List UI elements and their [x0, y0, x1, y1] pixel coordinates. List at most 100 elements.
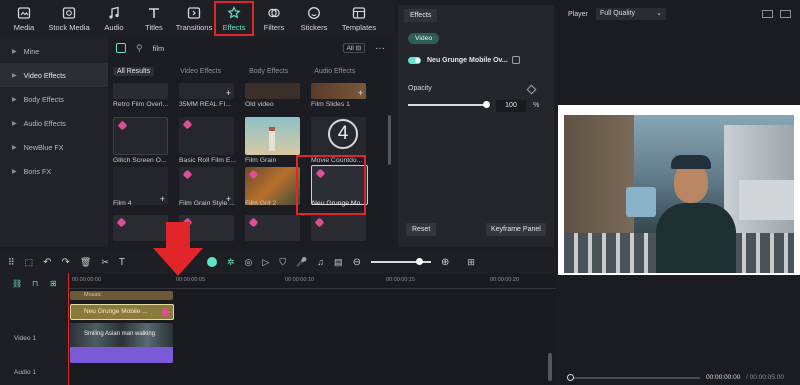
- opacity-value-input[interactable]: 100: [496, 100, 526, 112]
- preview-canvas: [558, 105, 800, 275]
- title-clip[interactable]: Mosaic: [70, 291, 173, 300]
- add-icon[interactable]: +: [358, 88, 363, 98]
- sidebar-item-mine[interactable]: ▶ Mine: [0, 39, 108, 63]
- effect-toggle[interactable]: [408, 57, 421, 64]
- playback-progress[interactable]: [567, 374, 700, 381]
- toolbar-media[interactable]: Media: [4, 0, 44, 37]
- mic-icon[interactable]: 🎤: [296, 257, 307, 268]
- playhead[interactable]: [68, 273, 69, 385]
- snapshot-icon[interactable]: [762, 10, 773, 18]
- play-icon[interactable]: ▷: [262, 257, 269, 268]
- toolbar-label: Transitions: [175, 22, 213, 32]
- effect-tile[interactable]: 4: [311, 117, 366, 155]
- tile-label: Retro Film Overl...: [113, 101, 169, 108]
- tab-video-effects[interactable]: Video Effects: [176, 67, 225, 76]
- reset-button[interactable]: Reset: [406, 223, 437, 236]
- render-icon[interactable]: [206, 257, 217, 267]
- tab-effects[interactable]: Effects: [404, 9, 438, 22]
- tile-label: Film Grain Style ...: [179, 200, 235, 207]
- chevron-right-icon: ▶: [12, 120, 17, 127]
- toolbar-label: Filters: [263, 22, 285, 32]
- select-tool-icon[interactable]: ⬚: [25, 257, 34, 268]
- tab-audio-effects[interactable]: Audio Effects: [310, 67, 359, 76]
- effect-tile[interactable]: [245, 215, 300, 241]
- toolbar-filters[interactable]: Filters: [254, 0, 294, 37]
- zoom-slider[interactable]: [370, 258, 431, 265]
- sidebar-item-newblue-fx[interactable]: ▶ NewBlue FX: [0, 135, 108, 159]
- effect-tile[interactable]: [245, 83, 300, 99]
- effect-clip[interactable]: Neu Grunge Mobile ...: [70, 304, 174, 320]
- display-settings-icon[interactable]: [780, 10, 791, 18]
- timeline-scrollbar[interactable]: [548, 353, 552, 381]
- tile-label: Basic Roll Film E...: [179, 157, 237, 164]
- zoom-in-icon[interactable]: ⊕: [441, 257, 449, 268]
- filters-icon: [268, 8, 280, 17]
- video-clip[interactable]: Smiling Asian man walking: [70, 323, 173, 363]
- marker-icon[interactable]: ◎: [245, 257, 253, 268]
- chevron-down-icon: ⌄: [656, 10, 662, 17]
- text-tool-icon[interactable]: T: [119, 257, 125, 268]
- ai-tool-icon[interactable]: ✲: [227, 257, 235, 268]
- opacity-slider-thumb[interactable]: [483, 101, 490, 108]
- toolbar-stock-media[interactable]: Stock Media: [44, 0, 94, 37]
- toolbar-label: Stock Media: [48, 22, 90, 32]
- add-icon[interactable]: +: [226, 88, 231, 98]
- timeline-area: ⛓ ⊓ ⊞ 00:00:00:00 00:00:00:05 00:00:00:1…: [0, 273, 556, 385]
- track-label-audio: Audio 1: [14, 369, 37, 376]
- effects-track-icon[interactable]: ▤: [334, 257, 343, 268]
- search-input[interactable]: film: [153, 44, 333, 53]
- effect-tile[interactable]: +: [179, 83, 234, 99]
- effect-tile[interactable]: [113, 117, 168, 155]
- toolbar-templates[interactable]: Templates: [334, 0, 384, 37]
- toolbar-transitions[interactable]: Transitions: [174, 0, 214, 37]
- toolbar-titles[interactable]: Titles: [134, 0, 174, 37]
- effect-tile[interactable]: [113, 83, 168, 99]
- chevron-right-icon: ▶: [12, 168, 17, 175]
- opacity-slider[interactable]: [408, 101, 490, 108]
- shield-icon[interactable]: ⛉: [279, 257, 286, 268]
- add-track-icon[interactable]: ⊞: [467, 257, 475, 268]
- red-arrow-annotation: [153, 222, 203, 276]
- library-icon[interactable]: [116, 43, 126, 53]
- tile-label: Film Grain: [245, 157, 277, 164]
- toolbar-audio[interactable]: Audio: [94, 0, 134, 37]
- effect-tile[interactable]: +: [311, 83, 366, 99]
- toolbar-label: Effects: [222, 22, 246, 32]
- quality-dropdown[interactable]: Full Quality ⌄: [596, 8, 666, 20]
- redo-icon[interactable]: ↷: [62, 257, 70, 268]
- subtab-video[interactable]: Video: [408, 33, 440, 44]
- transitions-icon: [187, 6, 201, 19]
- tab-all-results[interactable]: All Results: [113, 67, 155, 76]
- audio-icon: [109, 6, 119, 19]
- more-options-icon[interactable]: ···: [375, 43, 385, 54]
- zoom-out-icon[interactable]: ⊖: [353, 257, 361, 268]
- playhead-handle[interactable]: [567, 374, 574, 381]
- undo-icon[interactable]: ↶: [43, 257, 51, 268]
- link-icon[interactable]: ⛓: [12, 279, 22, 288]
- premium-gem-icon: [182, 119, 193, 130]
- toolbar-stickers[interactable]: Stickers: [294, 0, 334, 37]
- scrollbar[interactable]: [388, 115, 391, 165]
- add-track-button[interactable]: ⊞: [50, 279, 57, 288]
- effect-settings-icon[interactable]: [512, 56, 520, 64]
- sidebar-item-video-effects[interactable]: ▶ Video Effects: [0, 63, 108, 87]
- chevron-right-icon: ▶: [12, 144, 17, 151]
- sidebar-item-boris-fx[interactable]: ▶ Boris FX: [0, 159, 108, 183]
- grid-icon[interactable]: ⠿: [8, 257, 15, 268]
- cut-icon[interactable]: ✂: [101, 257, 109, 268]
- sidebar-item-body-effects[interactable]: ▶ Body Effects: [0, 87, 108, 111]
- voice-icon[interactable]: ♫: [317, 257, 324, 267]
- delete-icon[interactable]: 🗑: [80, 257, 91, 268]
- effect-tile[interactable]: [311, 215, 366, 241]
- keyframe-icon[interactable]: [526, 84, 537, 95]
- effect-tile[interactable]: [179, 117, 234, 155]
- zoom-slider-thumb[interactable]: [415, 258, 423, 265]
- keyframe-panel-button[interactable]: Keyframe Panel: [486, 223, 546, 236]
- sidebar-item-audio-effects[interactable]: ▶ Audio Effects: [0, 111, 108, 135]
- effect-tile[interactable]: [245, 117, 300, 155]
- toolbar-effects[interactable]: Effects: [214, 1, 254, 36]
- filter-dropdown[interactable]: All ⊟: [342, 43, 366, 53]
- tab-body-effects[interactable]: Body Effects: [245, 67, 292, 76]
- current-timecode: 00:00:00:00: [706, 374, 741, 381]
- magnet-icon[interactable]: ⊓: [32, 279, 38, 288]
